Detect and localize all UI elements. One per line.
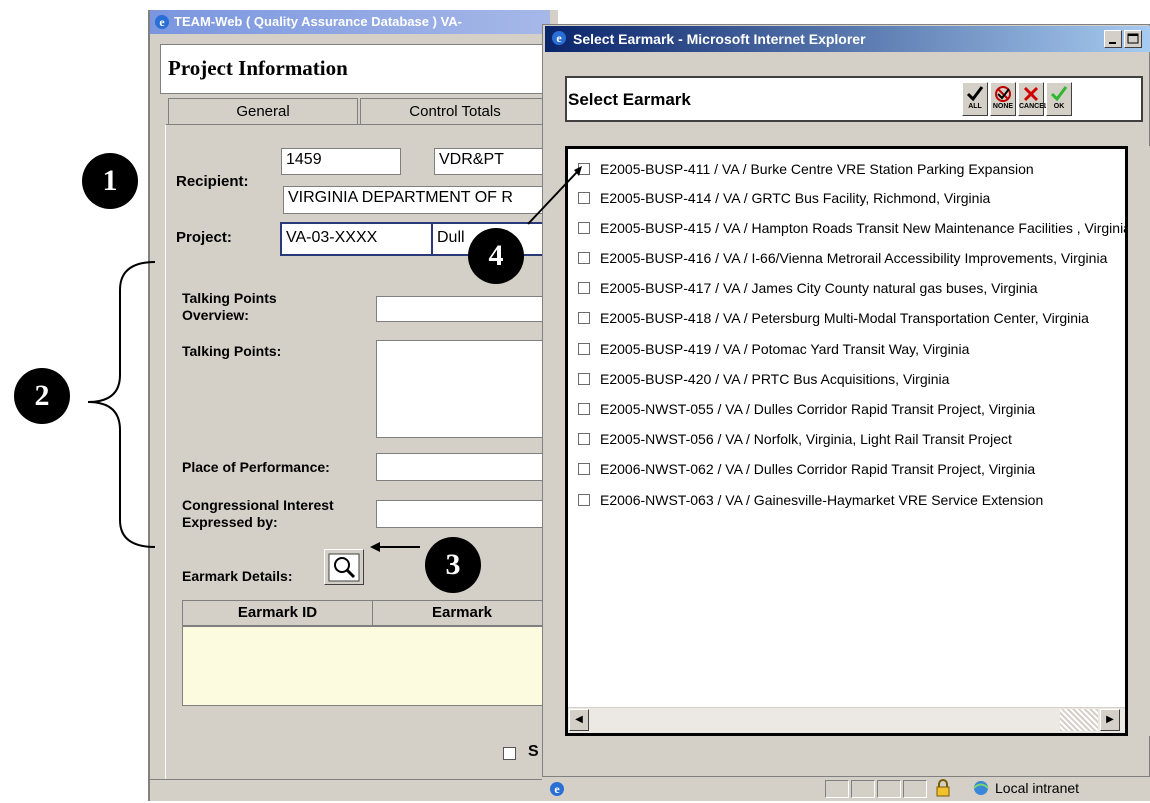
callout-4: 4	[468, 228, 524, 284]
callout-1: 1	[82, 153, 138, 209]
callout-2: 2	[14, 368, 70, 424]
callout-3: 3	[425, 537, 481, 593]
annotation-lines	[87, 166, 582, 552]
